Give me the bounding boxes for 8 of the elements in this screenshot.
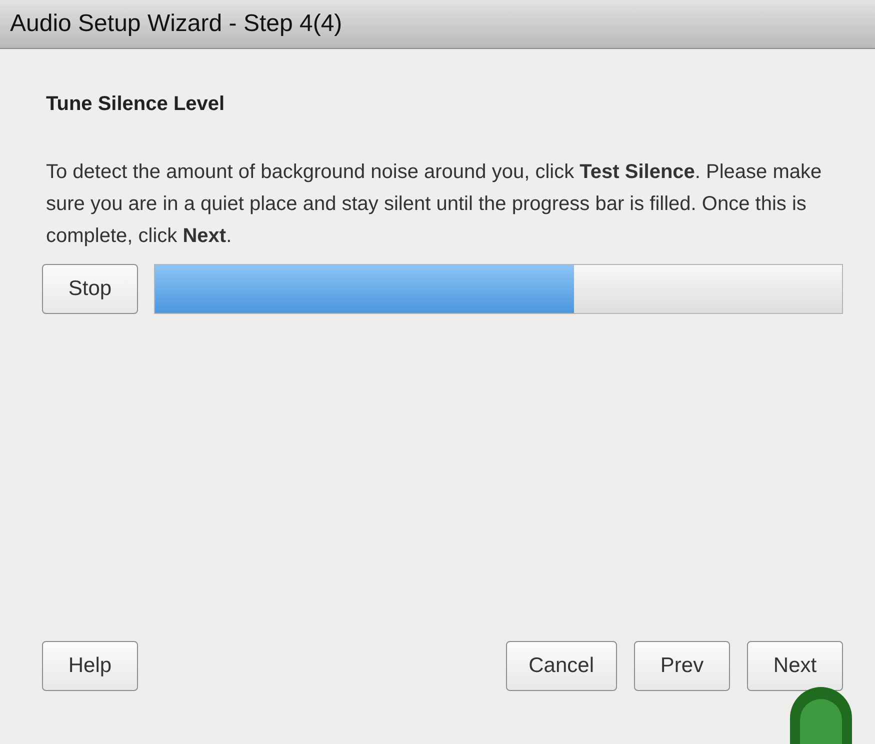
help-button[interactable]: Help — [42, 641, 138, 691]
instructions-text: To detect the amount of background noise around you, click Test Silence. Please make sure you are in a quiet place and stay silent until the progress bar is filled. Once this is complete, click Next. — [46, 160, 823, 249]
window-title: Audio Setup Wizard - Step 4(4) — [10, 10, 342, 38]
wizard-button[interactable]: Prev — [634, 641, 730, 691]
wizard-button[interactable]: Next — [747, 641, 843, 691]
section-heading: Tune Silence Level — [46, 93, 226, 116]
stop-button[interactable]: Stop — [42, 264, 138, 314]
wizard-button[interactable]: Cancel — [506, 641, 617, 691]
